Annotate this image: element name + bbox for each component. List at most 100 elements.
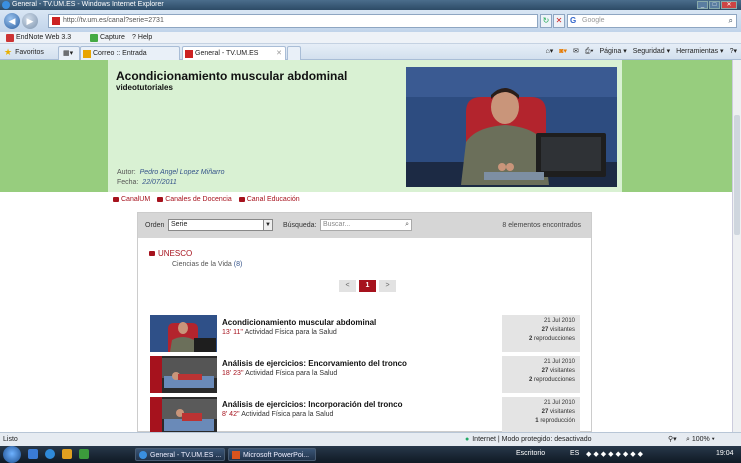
security-zone[interactable]: ● Internet | Modo protegido: desactivado (465, 433, 592, 446)
tray-icons[interactable]: ◆◆◆◆◆◆◆◆ (586, 450, 645, 458)
feeds-icon[interactable]: ◙▾ (559, 46, 567, 58)
video-row[interactable]: Análisis de ejercicios: Encorvamiento de… (150, 356, 580, 393)
video-stats: 21 Jul 2010 27 visitantes 2 reproduccion… (502, 356, 580, 393)
menu-seguridad[interactable]: Seguridad ▾ (633, 46, 670, 58)
start-button[interactable] (3, 446, 21, 463)
series-date: 22/07/2011 (142, 179, 177, 186)
forward-button[interactable]: ▶ (22, 13, 38, 29)
video-subtitle: 18' 23'' Actividad Física para la Salud (222, 370, 338, 377)
channel-icon (157, 197, 164, 202)
ie-quicklaunch-icon[interactable] (45, 449, 55, 459)
help-icon: ? (132, 34, 136, 41)
video-subtitle: 13' 11'' Actividad Física para la Salud (222, 329, 337, 336)
subcategory-link[interactable]: Ciencias de la Vida (8) (172, 261, 242, 268)
status-bar: Listo ● Internet | Modo protegido: desac… (0, 432, 741, 446)
media-quicklaunch-icon[interactable] (79, 449, 89, 459)
command-bar: ⌂▾ ◙▾ ✉ ⎙▾ Página ▾ Seguridad ▾ Herramie… (546, 46, 737, 58)
quick-tabs-button[interactable]: ▦▾ (58, 46, 80, 60)
channel-icon (113, 197, 119, 202)
pagination: < 1 > (339, 280, 396, 292)
capture-icon (90, 34, 98, 42)
link-capture[interactable]: Capture (90, 32, 125, 44)
stop-icon[interactable]: ✕ (553, 14, 565, 28)
video-duration: 13' 11'' (222, 329, 244, 336)
video-duration: 18' 23'' (222, 370, 244, 377)
video-row[interactable]: Acondicionamiento muscular abdominal 13'… (150, 315, 580, 352)
maximize-button[interactable]: □ (709, 1, 720, 9)
video-stats: 21 Jul 2010 27 visitantes 1 reproducción (502, 397, 580, 432)
close-button[interactable]: ✕ (721, 1, 737, 9)
powerpoint-icon (232, 451, 240, 459)
read-mail-icon[interactable]: ✉ (573, 46, 579, 58)
video-title[interactable]: Acondicionamiento muscular abdominal (222, 318, 376, 327)
video-stats: 21 Jul 2010 27 visitantes 2 reproduccion… (502, 315, 580, 352)
menu-pagina[interactable]: Página ▾ (599, 46, 626, 58)
favorites-button[interactable]: ★ Favoritos (4, 47, 44, 58)
window-titlebar: General - TV.UM.ES - Windows Internet Ex… (0, 0, 741, 10)
language-indicator[interactable]: ES (570, 450, 579, 457)
ie-icon (2, 1, 10, 9)
category-icon (149, 251, 155, 256)
channel-educacion[interactable]: Canal Educación (238, 196, 300, 203)
video-title[interactable]: Análisis de ejercicios: Encorvamiento de… (222, 359, 407, 368)
zoom-icon[interactable]: ⚲▾ (668, 433, 677, 446)
taskbar-ie-window[interactable]: General - TV.UM.ES ... (135, 448, 225, 461)
channel-docencia[interactable]: Canales de Docencia (157, 196, 232, 203)
desktop-toolbar[interactable]: Escritorio (516, 450, 545, 457)
menu-help[interactable]: ?▾ (730, 46, 737, 58)
back-button[interactable]: ◀ (4, 13, 20, 29)
windows-taskbar: General - TV.UM.ES ... Microsoft PowerPo… (0, 446, 741, 463)
video-thumbnail[interactable] (150, 397, 217, 432)
filter-bar: Orden Serie ▼ Búsqueda: Buscar... ⌕ 8 el… (138, 213, 591, 238)
vertical-scrollbar[interactable] (732, 60, 741, 432)
magnifier-icon: ⌕ (686, 436, 690, 443)
video-thumbnail[interactable] (150, 315, 217, 352)
tab-tvum[interactable]: General - TV.UM.ES ✕ (182, 46, 286, 60)
pager-next[interactable]: > (379, 280, 396, 292)
refresh-icon[interactable]: ↻ (540, 14, 552, 28)
video-row[interactable]: Análisis de ejercicios: Incorporación de… (150, 397, 580, 432)
video-subtitle: 8' 42'' Actividad Física para la Salud (222, 411, 334, 418)
left-margin (0, 192, 78, 432)
close-tab-icon[interactable]: ✕ (276, 47, 282, 61)
print-icon[interactable]: ⎙▾ (585, 46, 594, 58)
tab-correo[interactable]: Correo :: Entrada (80, 46, 180, 60)
url-field[interactable]: http://tv.um.es/canal?serie=2731 (48, 14, 538, 28)
endnote-icon (6, 34, 14, 42)
minimize-button[interactable]: _ (697, 1, 708, 9)
new-tab-button[interactable] (287, 46, 301, 60)
search-icon[interactable]: ⌕ (405, 220, 409, 230)
link-endnote[interactable]: EndNote Web 3.3 (6, 32, 71, 44)
show-desktop-icon[interactable] (28, 449, 38, 459)
author-link[interactable]: Pedro Angel Lopez Miñarro (140, 169, 225, 176)
zoom-control[interactable]: ⌕ 100% ▾ (686, 433, 715, 446)
search-label: Búsqueda: (283, 222, 317, 229)
globe-icon: ● (465, 436, 470, 443)
category-link[interactable]: UNESCO (149, 249, 192, 258)
taskbar-powerpoint-window[interactable]: Microsoft PowerPoi... (228, 448, 316, 461)
order-label: Orden (145, 222, 165, 229)
folder-quicklaunch-icon[interactable] (62, 449, 72, 459)
channel-breadcrumb: CanalUM Canales de Docencia Canal Educac… (113, 196, 300, 203)
browser-search-input[interactable]: G Google ⌕ (567, 14, 737, 28)
order-select[interactable]: Serie ▼ (168, 219, 273, 231)
window-title: General - TV.UM.ES - Windows Internet Ex… (12, 1, 164, 8)
channel-canalum[interactable]: CanalUM (113, 196, 150, 203)
pager-current[interactable]: 1 (359, 280, 376, 292)
search-icon[interactable]: ⌕ (729, 15, 733, 27)
mail-icon (83, 50, 91, 58)
menu-herramientas[interactable]: Herramientas ▾ (676, 46, 723, 58)
video-title[interactable]: Análisis de ejercicios: Incorporación de… (222, 400, 403, 409)
video-thumbnail[interactable] (150, 356, 217, 393)
home-icon[interactable]: ⌂▾ (546, 46, 554, 58)
video-player[interactable] (406, 67, 617, 187)
results-panel: Orden Serie ▼ Búsqueda: Buscar... ⌕ 8 el… (137, 212, 592, 432)
page-subtitle: videotutoriales (116, 83, 173, 92)
pager-prev[interactable]: < (339, 280, 356, 292)
clock[interactable]: 19:04 (716, 450, 734, 457)
page-content: Acondicionamiento muscular abdominal vid… (0, 60, 732, 432)
link-help[interactable]: ? Help (132, 32, 152, 44)
scrollbar-thumb[interactable] (734, 115, 740, 235)
tvum-icon (185, 50, 193, 58)
search-input[interactable]: Buscar... ⌕ (320, 219, 412, 231)
